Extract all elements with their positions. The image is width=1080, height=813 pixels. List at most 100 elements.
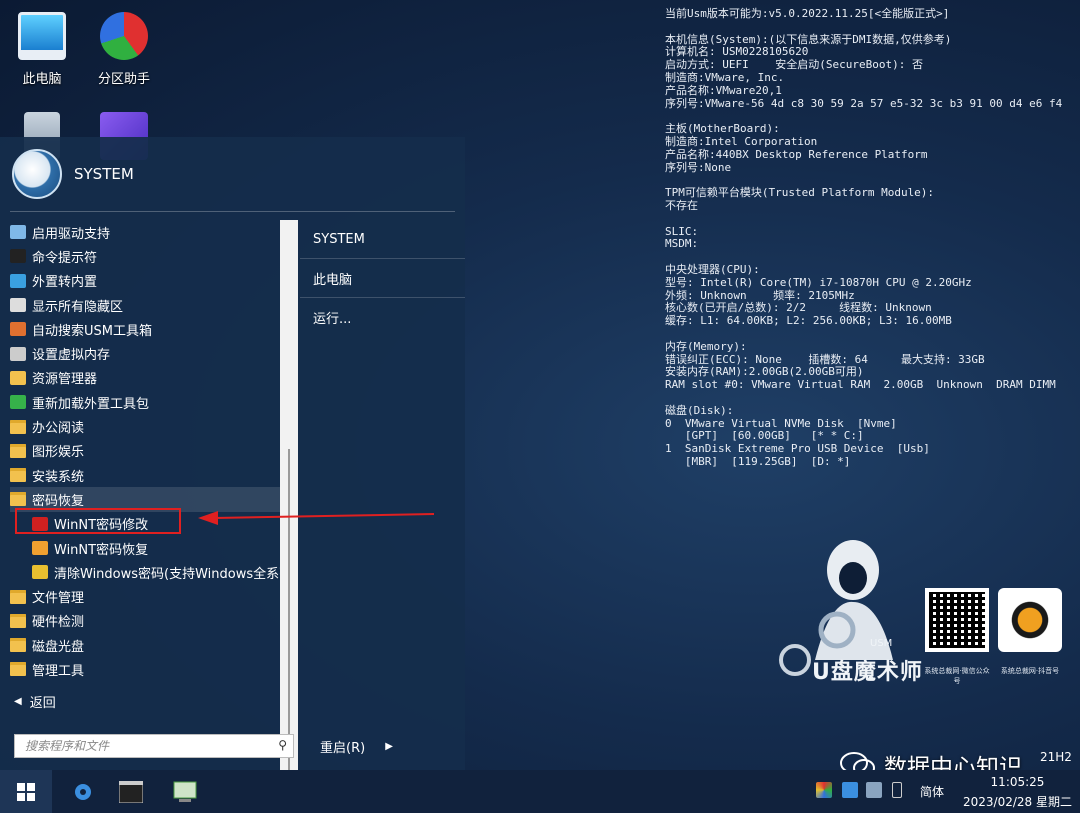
partition-icon [100, 12, 148, 60]
divider [10, 211, 455, 212]
clock-date: 2023/02/28 星期二 [963, 795, 1072, 809]
search-input[interactable] [25, 739, 265, 753]
menu-item[interactable]: 外置转内置 [10, 269, 280, 293]
menu-item-label: 密码恢复 [32, 493, 85, 509]
key-icon [32, 565, 48, 580]
menu-item[interactable]: 命令提示符 [10, 244, 280, 268]
menu-item[interactable]: 启用驱动支持 [10, 220, 280, 244]
sysinfo-line: 1 SanDisk Extreme Pro USB Device [Usb] [665, 442, 930, 456]
sysinfo-line: 序列号:None [665, 160, 732, 174]
right-item-system[interactable]: SYSTEM [300, 220, 465, 259]
restart-button[interactable]: 重启(R) ▶ [320, 737, 393, 756]
right-item-run[interactable]: 运行... [300, 298, 465, 337]
windows-logo-icon [17, 782, 35, 801]
menu-item-label: 办公阅读 [32, 421, 85, 437]
qr-code-wechat [925, 588, 989, 652]
menu-item[interactable]: 自动搜索USM工具箱 [10, 317, 280, 341]
highlight-arrow [198, 511, 434, 525]
sysinfo-line: RAM slot #0: VMware Virtual RAM 2.00GB U… [665, 378, 1056, 392]
menu-item-label: 设置虚拟内存 [32, 348, 111, 364]
sysinfo-line: 缓存: L1: 64.00KB; L2: 256.00KB; L3: 16.00… [665, 314, 952, 328]
menu-item-label: 安装系统 [32, 469, 85, 485]
terminal-icon[interactable] [118, 779, 144, 805]
folder-icon [10, 613, 26, 628]
menu-item[interactable]: 磁盘光盘 [10, 633, 280, 657]
menu-item[interactable]: 清除Windows密码(支持Windows全系列 [10, 560, 280, 584]
qr-code-douyin [998, 588, 1062, 652]
folder-icon [10, 443, 26, 458]
brand-logo-sub: USM [870, 638, 893, 649]
usb-tray-icon[interactable] [892, 782, 902, 798]
sysinfo-line: 当前Usm版本可能为:v5.0.2022.11.25[<全能版正式>] [665, 7, 950, 20]
toolbox-icon [10, 322, 26, 337]
menu-item-label: 管理工具 [32, 663, 85, 679]
sysinfo-line [665, 213, 1075, 226]
menu-item[interactable]: 安装系统 [10, 463, 280, 487]
sysinfo-line: 内存(Memory): [665, 339, 747, 353]
program-list: 启用驱动支持命令提示符 外置转内置显示所有隐藏区自动搜索USM工具箱 设置虚拟内存资… [10, 220, 280, 682]
folder-icon [10, 468, 26, 483]
sysinfo-line [665, 328, 1075, 341]
search-icon[interactable]: ⚲ [278, 738, 287, 752]
user-name: SYSTEM [74, 165, 134, 183]
desktop-icon-partition-assistant[interactable]: 分区助手 [82, 12, 166, 87]
sysinfo-line: TPM可信赖平台模块(Trusted Platform Module): [665, 186, 935, 200]
menu-item[interactable]: WinNT密码恢复 [10, 536, 280, 560]
right-item-this-pc[interactable]: 此电脑 [300, 259, 465, 298]
desktop-icon-this-pc[interactable]: 此电脑 [0, 12, 84, 87]
driver-icon [10, 225, 26, 240]
ime-indicator[interactable]: 简体 [920, 783, 944, 800]
menu-item-label: WinNT密码恢复 [54, 542, 149, 558]
highlight-box [15, 508, 181, 534]
folder-icon [10, 419, 26, 434]
network-tray-icon[interactable] [842, 782, 858, 798]
sysinfo-line: 中央处理器(CPU): [665, 262, 760, 276]
sysinfo-line: 序列号:VMware-56 4d c8 30 59 2a 57 e5-32 3c… [665, 96, 1063, 110]
sysinfo-line: SLIC: [665, 224, 699, 238]
menu-item-label: 文件管理 [32, 591, 85, 607]
menu-item[interactable]: 办公阅读 [10, 414, 280, 438]
transfer-icon [10, 273, 26, 288]
memory-icon [10, 346, 26, 361]
desktop-icon-label: 分区助手 [97, 72, 150, 87]
menu-item-label: 显示所有隐藏区 [32, 299, 124, 315]
clock-time: 11:05:25 [990, 775, 1045, 789]
taskbar: 简体 11:05:25 2023/02/28 星期二 [0, 770, 1080, 813]
menu-item[interactable]: 硬件检测 [10, 609, 280, 633]
user-header[interactable]: SYSTEM [12, 149, 134, 199]
system-info-panel: 当前Usm版本可能为:v5.0.2022.11.25[<全能版正式>] 本机信息(… [665, 7, 1075, 469]
cmd-icon [10, 249, 26, 264]
qr-caption: 系统总裁网·微信公众号 [924, 667, 990, 685]
menu-item[interactable]: 图形娱乐 [10, 439, 280, 463]
menu-item[interactable]: 重新加载外置工具包 [10, 390, 280, 414]
color-tray-icon[interactable] [816, 782, 832, 798]
menu-item-label: 重新加载外置工具包 [32, 396, 150, 412]
menu-item[interactable]: 设置虚拟内存 [10, 341, 280, 365]
menu-item-label: 清除Windows密码(支持Windows全系列 [54, 566, 280, 582]
menu-item-label: 启用驱动支持 [32, 226, 111, 242]
folder-icon [10, 662, 26, 677]
desktop-icon-label: 此电脑 [22, 72, 62, 87]
menu-item-label: 磁盘光盘 [32, 639, 85, 655]
folder-icon [10, 492, 26, 507]
menu-item-label: 自动搜索USM工具箱 [32, 323, 152, 339]
triangle-left-icon: ◀ [14, 696, 22, 707]
explorer-app-icon[interactable] [172, 779, 198, 805]
build-text: 21H2 [1040, 750, 1072, 764]
brand-logo-text: U盘魔术师 [812, 660, 923, 685]
back-button[interactable]: ◀ 返回 [14, 692, 56, 711]
menu-item[interactable]: 管理工具 [10, 657, 280, 681]
menu-item[interactable]: 文件管理 [10, 584, 280, 608]
volume-tray-icon[interactable] [866, 782, 882, 798]
clock[interactable]: 11:05:25 2023/02/28 星期二 [955, 772, 1080, 812]
sysinfo-line: 制造商:VMware, Inc. [665, 70, 785, 84]
tool-gear-icon[interactable] [70, 779, 96, 805]
folder-icon [10, 638, 26, 653]
search-box[interactable]: ⚲ [14, 734, 294, 758]
chevron-right-icon[interactable]: ▶ [385, 741, 393, 752]
sysinfo-line: 产品名称:440BX Desktop Reference Platform [665, 147, 928, 161]
reload-icon [10, 395, 26, 410]
menu-item[interactable]: 资源管理器 [10, 366, 280, 390]
menu-item[interactable]: 显示所有隐藏区 [10, 293, 280, 317]
start-button[interactable] [0, 770, 52, 813]
